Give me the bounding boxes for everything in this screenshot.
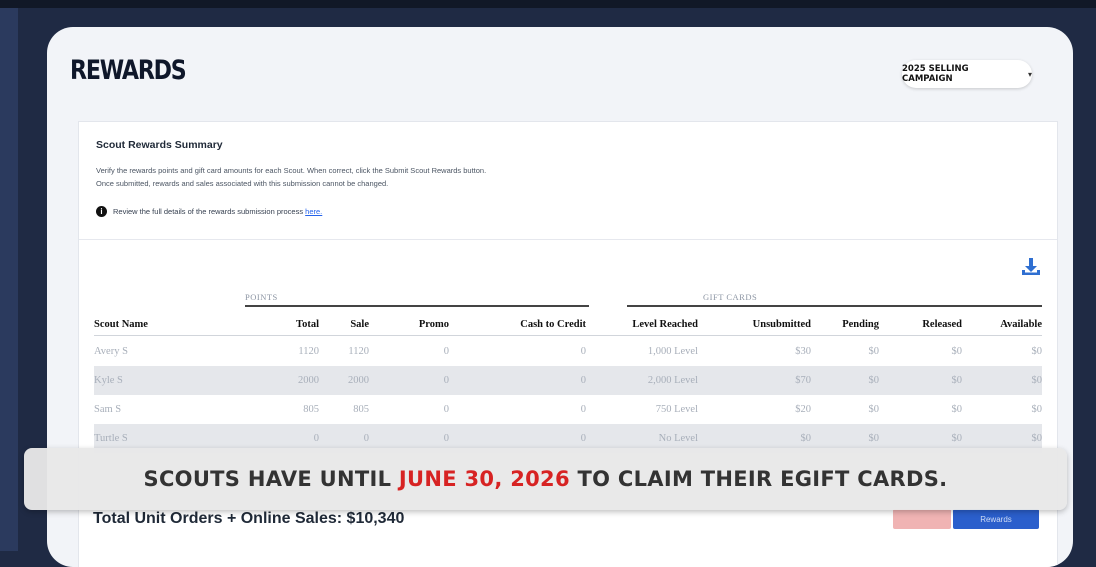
cancel-button[interactable] xyxy=(893,509,951,529)
cell-unsubmitted: $70 xyxy=(795,375,811,386)
col-header-level-reached: Level Reached xyxy=(632,319,698,330)
col-header-released: Released xyxy=(922,319,962,330)
cell-released: $0 xyxy=(951,404,963,415)
cell-released: $0 xyxy=(951,375,963,386)
cell-available: $0 xyxy=(1031,346,1043,357)
col-header-total: Total xyxy=(296,319,319,330)
cell-cash-to-credit: 0 xyxy=(580,346,586,357)
cell-level-reached: 2,000 Level xyxy=(647,375,698,386)
cell-promo: 0 xyxy=(443,346,449,357)
rewards-table-body: Avery S 1120 1120 0 0 1,000 Level $30 $0… xyxy=(94,337,1042,453)
banner-text: SCOUTS HAVE UNTIL JUNE 30, 2026 TO CLAIM… xyxy=(144,467,948,491)
cell-sale: 1120 xyxy=(348,346,369,357)
gift-cards-group-label: GIFT CARDS xyxy=(703,292,758,302)
cell-cash-to-credit: 0 xyxy=(580,404,586,415)
cell-scout-name: Avery S xyxy=(94,346,128,357)
col-header-sale: Sale xyxy=(350,319,369,330)
cell-total: 2000 xyxy=(298,375,319,386)
cell-sale: 2000 xyxy=(348,375,369,386)
table-header-underline xyxy=(94,335,1042,336)
cell-total: 1120 xyxy=(298,346,319,357)
download-icon[interactable] xyxy=(1020,256,1042,278)
process-note-text: Review the full details of the rewards s… xyxy=(113,207,306,216)
cell-level-reached: 1,000 Level xyxy=(647,346,698,357)
campaign-select-label: 2025 SELLING CAMPAIGN xyxy=(902,64,969,84)
table-row: Sam S 805 805 0 0 750 Level $20 $0 $0 $0 xyxy=(94,395,1042,424)
cell-pending: $0 xyxy=(868,404,880,415)
process-details-link[interactable]: here. xyxy=(305,207,322,216)
summary-title: Scout Rewards Summary xyxy=(96,139,223,151)
col-header-pending: Pending xyxy=(842,319,879,330)
process-note: i Review the full details of the rewards… xyxy=(96,206,322,217)
section-divider xyxy=(79,239,1057,240)
chevron-down-icon: ▾ xyxy=(1027,69,1032,79)
col-header-cash-to-credit: Cash to Credit xyxy=(520,319,586,330)
submit-rewards-button[interactable]: Rewards xyxy=(953,509,1039,529)
banner-text-post: TO CLAIM THEIR EGIFT CARDS. xyxy=(569,467,948,491)
announcement-banner: SCOUTS HAVE UNTIL JUNE 30, 2026 TO CLAIM… xyxy=(24,448,1067,510)
col-header-unsubmitted: Unsubmitted xyxy=(752,319,811,330)
col-header-scout-name: Scout Name xyxy=(94,319,148,330)
summary-instructions-line-2: Once submitted, rewards and sales associ… xyxy=(96,179,389,188)
cell-scout-name: Kyle S xyxy=(94,375,123,386)
browser-top-bar xyxy=(0,0,1096,8)
summary-instructions-line-1: Verify the rewards points and gift card … xyxy=(96,166,487,175)
table-row: Avery S 1120 1120 0 0 1,000 Level $30 $0… xyxy=(94,337,1042,366)
cell-total: 805 xyxy=(303,404,319,415)
table-row: Kyle S 2000 2000 0 0 2,000 Level $70 $0 … xyxy=(94,366,1042,395)
cell-pending: $0 xyxy=(868,375,880,386)
campaign-select[interactable]: 2025 SELLING CAMPAIGN ▾ xyxy=(902,60,1032,88)
page-title: REWARDS xyxy=(70,55,187,86)
total-sales-summary: Total Unit Orders + Online Sales: $10,34… xyxy=(93,510,405,527)
cell-unsubmitted: $30 xyxy=(795,346,811,357)
banner-text-pre: SCOUTS HAVE UNTIL xyxy=(143,467,399,491)
cell-released: $0 xyxy=(951,346,963,357)
cell-available: $0 xyxy=(1031,375,1043,386)
cell-level-reached: 750 Level xyxy=(655,404,698,415)
cell-cash-to-credit: 0 xyxy=(580,375,586,386)
gift-cards-group-underline xyxy=(627,305,1042,307)
cell-unsubmitted: $20 xyxy=(795,404,811,415)
cell-promo: 0 xyxy=(443,375,449,386)
cell-scout-name: Sam S xyxy=(94,404,122,415)
cell-sale: 805 xyxy=(353,404,369,415)
info-icon: i xyxy=(96,206,107,217)
col-header-available: Available xyxy=(1000,319,1042,330)
points-group-label: POINTS xyxy=(245,292,278,302)
left-edge-strip xyxy=(0,8,18,551)
cell-promo: 0 xyxy=(443,404,449,415)
cell-available: $0 xyxy=(1031,404,1043,415)
cell-pending: $0 xyxy=(868,346,880,357)
col-header-promo: Promo xyxy=(418,319,449,330)
banner-deadline: JUNE 30, 2026 xyxy=(398,467,570,491)
points-group-underline xyxy=(245,305,589,307)
